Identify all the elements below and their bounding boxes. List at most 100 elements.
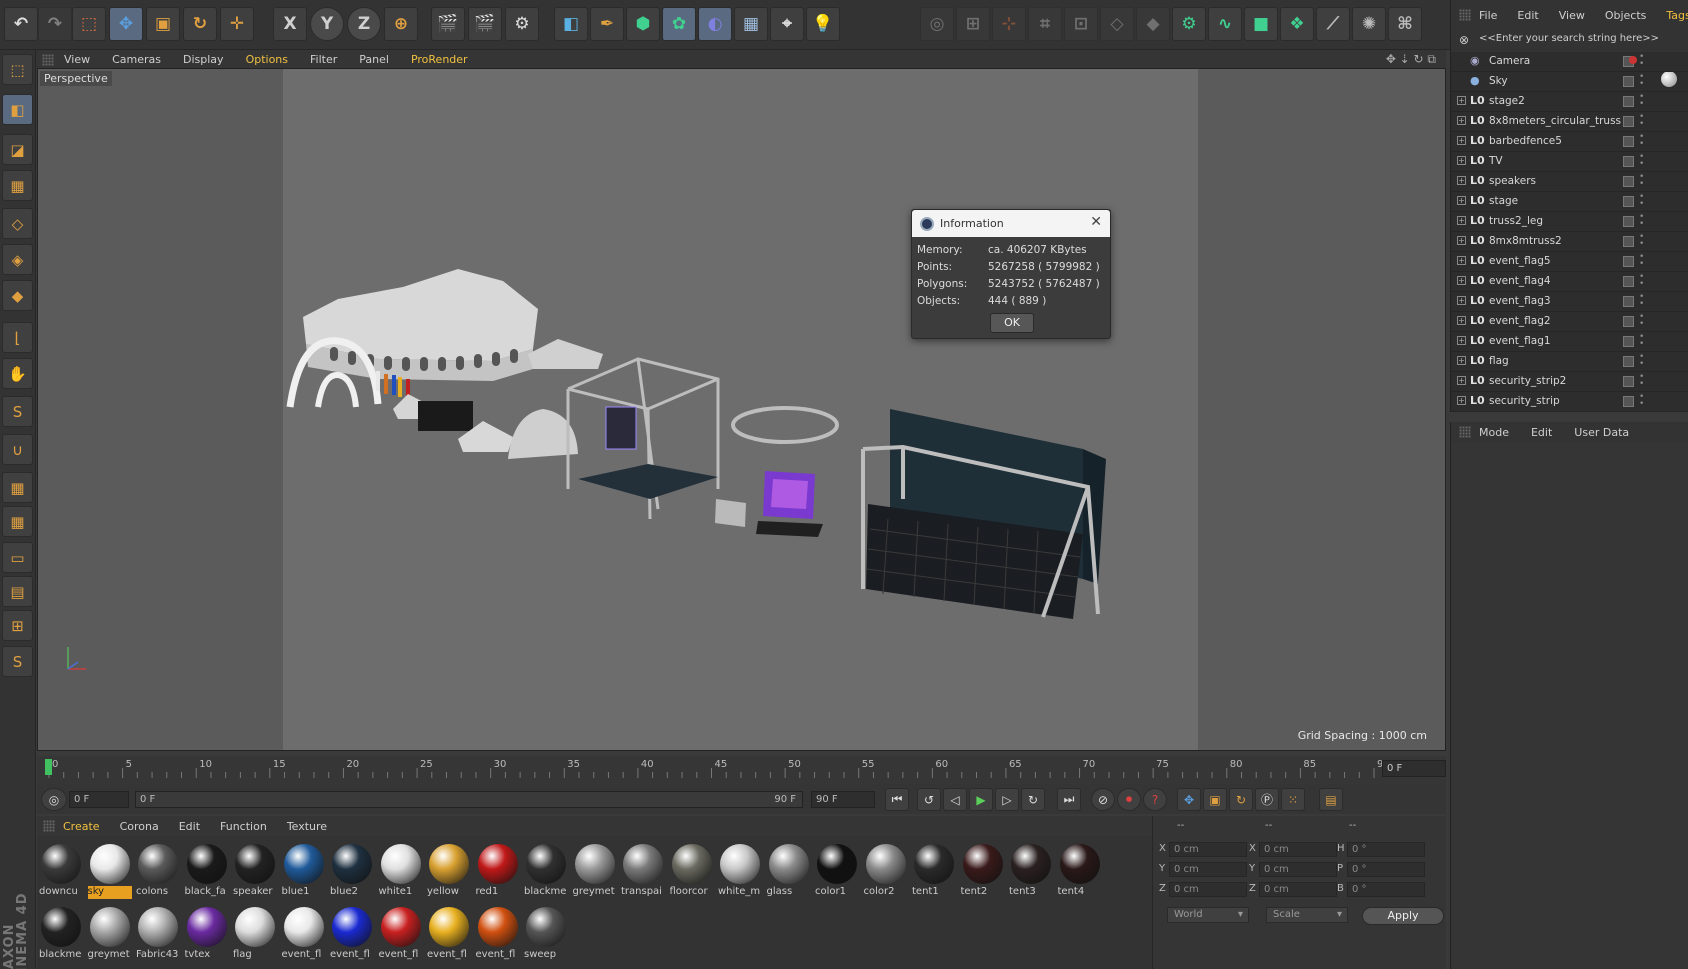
expand-toggle-icon[interactable]: + bbox=[1457, 236, 1466, 245]
layers-icon[interactable]: ❖ bbox=[1280, 7, 1314, 41]
workplane-icon[interactable]: ⊞ bbox=[956, 7, 990, 41]
material-swatch[interactable]: transpai bbox=[621, 842, 665, 902]
camera-icon[interactable]: ⌖ bbox=[770, 7, 804, 41]
object-name[interactable]: event_flag1 bbox=[1489, 335, 1551, 347]
visibility-checkbox-icon[interactable] bbox=[1623, 336, 1634, 347]
timeline-ruler[interactable]: 051015202530354045505560657075808590 0 F bbox=[37, 756, 1446, 784]
array-icon[interactable]: ✿ bbox=[662, 7, 696, 41]
object-row[interactable]: ◉ Camera • • bbox=[1451, 52, 1688, 72]
key-parameter-icon[interactable]: Ⓟ bbox=[1255, 788, 1279, 811]
material-swatch[interactable]: tent1 bbox=[912, 842, 956, 902]
material-swatch[interactable]: white1 bbox=[379, 842, 423, 902]
object-name[interactable]: stage bbox=[1489, 195, 1518, 207]
object-row[interactable]: + L0 speakers • • bbox=[1451, 172, 1688, 192]
visibility-checkbox-icon[interactable] bbox=[1623, 256, 1634, 267]
visibility-checkbox-icon[interactable] bbox=[1623, 96, 1634, 107]
size-mode-select[interactable]: Scale ▾ bbox=[1266, 907, 1348, 923]
render-visibility-dots-icon[interactable]: • • bbox=[1639, 333, 1644, 349]
live-selection-icon[interactable]: ⬚ bbox=[72, 7, 106, 41]
coord-value-field[interactable]: 0 cm bbox=[1259, 842, 1337, 857]
expand-toggle-icon[interactable]: + bbox=[1457, 196, 1466, 205]
object-row[interactable]: + L0 stage2 • • bbox=[1451, 92, 1688, 112]
material-swatch[interactable]: red1 bbox=[476, 842, 520, 902]
polygons-mode-icon[interactable]: ◆ bbox=[2, 280, 33, 311]
render-active-icon[interactable]: ▤ bbox=[2, 576, 33, 607]
key-rotation-icon[interactable]: ↻ bbox=[1229, 788, 1253, 811]
object-menu-view[interactable]: View bbox=[1559, 9, 1585, 22]
material-swatch[interactable]: sky bbox=[87, 842, 132, 902]
render-visibility-dots-icon[interactable]: • • bbox=[1639, 313, 1644, 329]
object-row[interactable]: + L0 event_flag2 • • bbox=[1451, 312, 1688, 332]
render-visibility-dots-icon[interactable]: • • bbox=[1639, 173, 1644, 189]
viewport-menu-prorender[interactable]: ProRender bbox=[411, 53, 468, 66]
object-name[interactable]: Sky bbox=[1489, 75, 1508, 87]
panel-grip-icon[interactable] bbox=[43, 820, 55, 832]
object-row[interactable]: + L0 event_flag3 • • bbox=[1451, 292, 1688, 312]
object-row[interactable]: + L0 truss2_leg • • bbox=[1451, 212, 1688, 232]
cube-green-icon[interactable]: ■ bbox=[1244, 7, 1278, 41]
object-row[interactable]: + L0 stage • • bbox=[1451, 192, 1688, 212]
hair-icon[interactable]: ✺ bbox=[1352, 7, 1386, 41]
object-row[interactable]: ● Sky • • bbox=[1451, 72, 1688, 92]
material-swatch[interactable]: black_fa bbox=[185, 842, 229, 902]
workplane-mode-icon[interactable]: ▦ bbox=[2, 170, 33, 201]
object-name[interactable]: TV bbox=[1489, 155, 1503, 167]
visibility-checkbox-icon[interactable] bbox=[1623, 116, 1634, 127]
key-scale-icon[interactable]: ▣ bbox=[1203, 788, 1227, 811]
coordinate-space-select[interactable]: World ▾ bbox=[1167, 907, 1249, 923]
timeline-window-icon[interactable]: ▤ bbox=[1319, 788, 1343, 811]
object-name[interactable]: barbedfence5 bbox=[1489, 135, 1562, 147]
object-menu-edit[interactable]: Edit bbox=[1517, 9, 1538, 22]
object-name[interactable]: speakers bbox=[1489, 175, 1536, 187]
render-visibility-dots-icon[interactable]: • • bbox=[1639, 233, 1644, 249]
visibility-checkbox-icon[interactable] bbox=[1623, 396, 1634, 407]
visibility-checkbox-icon[interactable] bbox=[1623, 356, 1634, 367]
object-row[interactable]: + L0 event_flag4 • • bbox=[1451, 272, 1688, 292]
go-to-end-icon[interactable]: ⏭ bbox=[1057, 788, 1081, 811]
material-swatch[interactable]: downcu bbox=[39, 842, 83, 902]
cube-icon[interactable]: ◧ bbox=[554, 7, 588, 41]
expand-toggle-icon[interactable]: + bbox=[1457, 156, 1466, 165]
object-menu-file[interactable]: File bbox=[1479, 9, 1497, 22]
object-name[interactable]: event_flag2 bbox=[1489, 315, 1551, 327]
script-icon[interactable]: ⌘ bbox=[1388, 7, 1422, 41]
previous-key-icon[interactable]: ↺ bbox=[917, 788, 941, 811]
light-icon[interactable]: 💡 bbox=[806, 7, 840, 41]
keyframe-icon[interactable]: ◎ bbox=[41, 788, 67, 811]
solo-mode-icon[interactable]: S bbox=[2, 396, 33, 427]
gear-icon[interactable]: ⚙ bbox=[1172, 7, 1206, 41]
object-name[interactable]: truss2_leg bbox=[1489, 215, 1543, 227]
previous-frame-icon[interactable]: ◁ bbox=[943, 788, 967, 811]
viewport-menu-options[interactable]: Options bbox=[246, 53, 288, 66]
viewport-menu-panel[interactable]: Panel bbox=[359, 53, 389, 66]
material-swatch[interactable]: event_fl bbox=[330, 905, 374, 965]
object-name[interactable]: flag bbox=[1489, 355, 1509, 367]
object-name[interactable]: security_strip2 bbox=[1489, 375, 1566, 387]
model-mode-icon[interactable]: ⬚ bbox=[2, 54, 33, 85]
material-swatch[interactable]: colons bbox=[136, 842, 180, 902]
render-visibility-dots-icon[interactable]: • • bbox=[1639, 373, 1644, 389]
render-visibility-dots-icon[interactable]: • • bbox=[1639, 253, 1644, 269]
mesh-icon[interactable]: ⊡ bbox=[1064, 7, 1098, 41]
close-icon[interactable]: ✕ bbox=[1090, 214, 1102, 230]
expand-toggle-icon[interactable]: + bbox=[1457, 296, 1466, 305]
render-visibility-dots-icon[interactable]: • • bbox=[1639, 353, 1644, 369]
record-disabled-icon[interactable]: ⊘ bbox=[1091, 788, 1115, 811]
expand-toggle-icon[interactable]: + bbox=[1457, 276, 1466, 285]
material-swatch[interactable]: yellow bbox=[427, 842, 471, 902]
render-visibility-dots-icon[interactable]: • • bbox=[1639, 293, 1644, 309]
apply-button[interactable]: Apply bbox=[1362, 907, 1444, 925]
pen-icon[interactable]: ✒ bbox=[590, 7, 624, 41]
render-settings-icon[interactable]: ⚙ bbox=[505, 7, 539, 41]
tweak-mode-icon[interactable]: ✋ bbox=[2, 358, 33, 389]
undo-icon[interactable]: ↶ bbox=[4, 7, 38, 41]
viewport-menu-view[interactable]: View bbox=[64, 53, 90, 66]
object-row[interactable]: + L0 barbedfence5 • • bbox=[1451, 132, 1688, 152]
viewport-nav-icons[interactable]: ✥ ⇣ ↻ ⧉ bbox=[1386, 52, 1436, 67]
expand-toggle-icon[interactable]: + bbox=[1457, 136, 1466, 145]
texture-mode-icon[interactable]: ◪ bbox=[2, 134, 33, 165]
floor-icon[interactable]: ▦ bbox=[734, 7, 768, 41]
material-swatch[interactable]: speaker bbox=[233, 842, 277, 902]
expand-toggle-icon[interactable]: + bbox=[1457, 396, 1466, 405]
material-swatch[interactable]: color2 bbox=[864, 842, 908, 902]
